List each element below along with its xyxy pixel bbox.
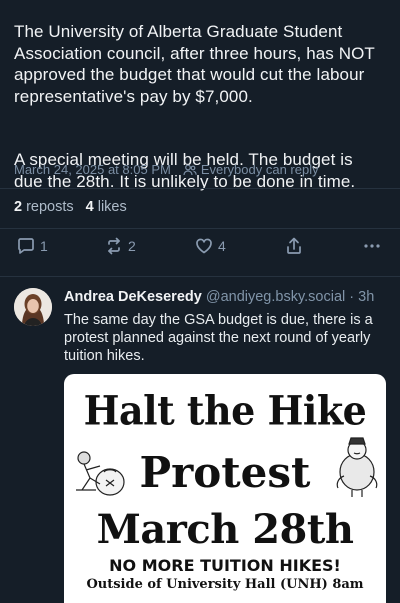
repost-icon [104, 236, 124, 256]
reply-text: The same day the GSA budget is due, ther… [64, 312, 373, 364]
reply-header: Andrea DeKeseredy @andiyeg.bsky.social ·… [64, 289, 375, 305]
reply-count: 1 [40, 238, 48, 254]
divider [0, 188, 400, 189]
post-stats: 2 reposts 4 likes [14, 199, 127, 215]
repost-button[interactable]: 2 [104, 236, 136, 256]
repost-count: 2 [128, 238, 136, 254]
reply-author-name[interactable]: Andrea DeKeseredy [64, 289, 202, 305]
cartoon-figure-left-icon [70, 444, 128, 505]
share-icon [284, 236, 304, 256]
more-options-button[interactable] [362, 236, 382, 256]
share-button[interactable] [284, 236, 304, 256]
reply-body: Andrea DeKeseredy @andiyeg.bsky.social ·… [64, 288, 386, 365]
post-meta: March 24, 2025 at 8:05 PM Everybody can … [14, 162, 319, 177]
reply-button[interactable]: 1 [16, 236, 48, 256]
people-icon [183, 163, 197, 177]
divider [0, 228, 400, 229]
reply-author-handle[interactable]: @andiyeg.bsky.social [206, 289, 345, 305]
reply-bubble-icon [16, 236, 36, 256]
poster-title: Halt the Hike [83, 386, 367, 435]
post-text: The University of Alberta Graduate Stude… [14, 0, 386, 214]
reply-time: 3h [358, 289, 375, 305]
main-post: The University of Alberta Graduate Stude… [14, 0, 386, 214]
poster-subtitle: NO MORE TUITION HIKES! [109, 556, 341, 575]
post-actions: 1 2 4 [14, 236, 386, 260]
protest-poster-image[interactable]: Halt the Hike Protest March 28th NO MORE… [64, 374, 386, 603]
more-dots-icon [362, 236, 382, 256]
reply-setting-link[interactable]: Everybody can reply [201, 162, 319, 177]
post-paragraph-1: The University of Alberta Graduate Stude… [14, 22, 375, 106]
post-timestamp: March 24, 2025 at 8:05 PM [14, 162, 171, 177]
cartoon-figure-right-icon [334, 436, 380, 503]
like-count: 4 [218, 238, 226, 254]
heart-icon [194, 236, 214, 256]
divider [0, 276, 400, 277]
poster-location: Outside of University Hall (UNH) 8am [86, 577, 364, 592]
poster-date: March 28th [96, 506, 354, 553]
like-button[interactable]: 4 [194, 236, 226, 256]
likes-stat[interactable]: 4 likes [86, 199, 127, 215]
reposts-stat[interactable]: 2 reposts [14, 199, 74, 215]
avatar[interactable] [14, 288, 52, 326]
